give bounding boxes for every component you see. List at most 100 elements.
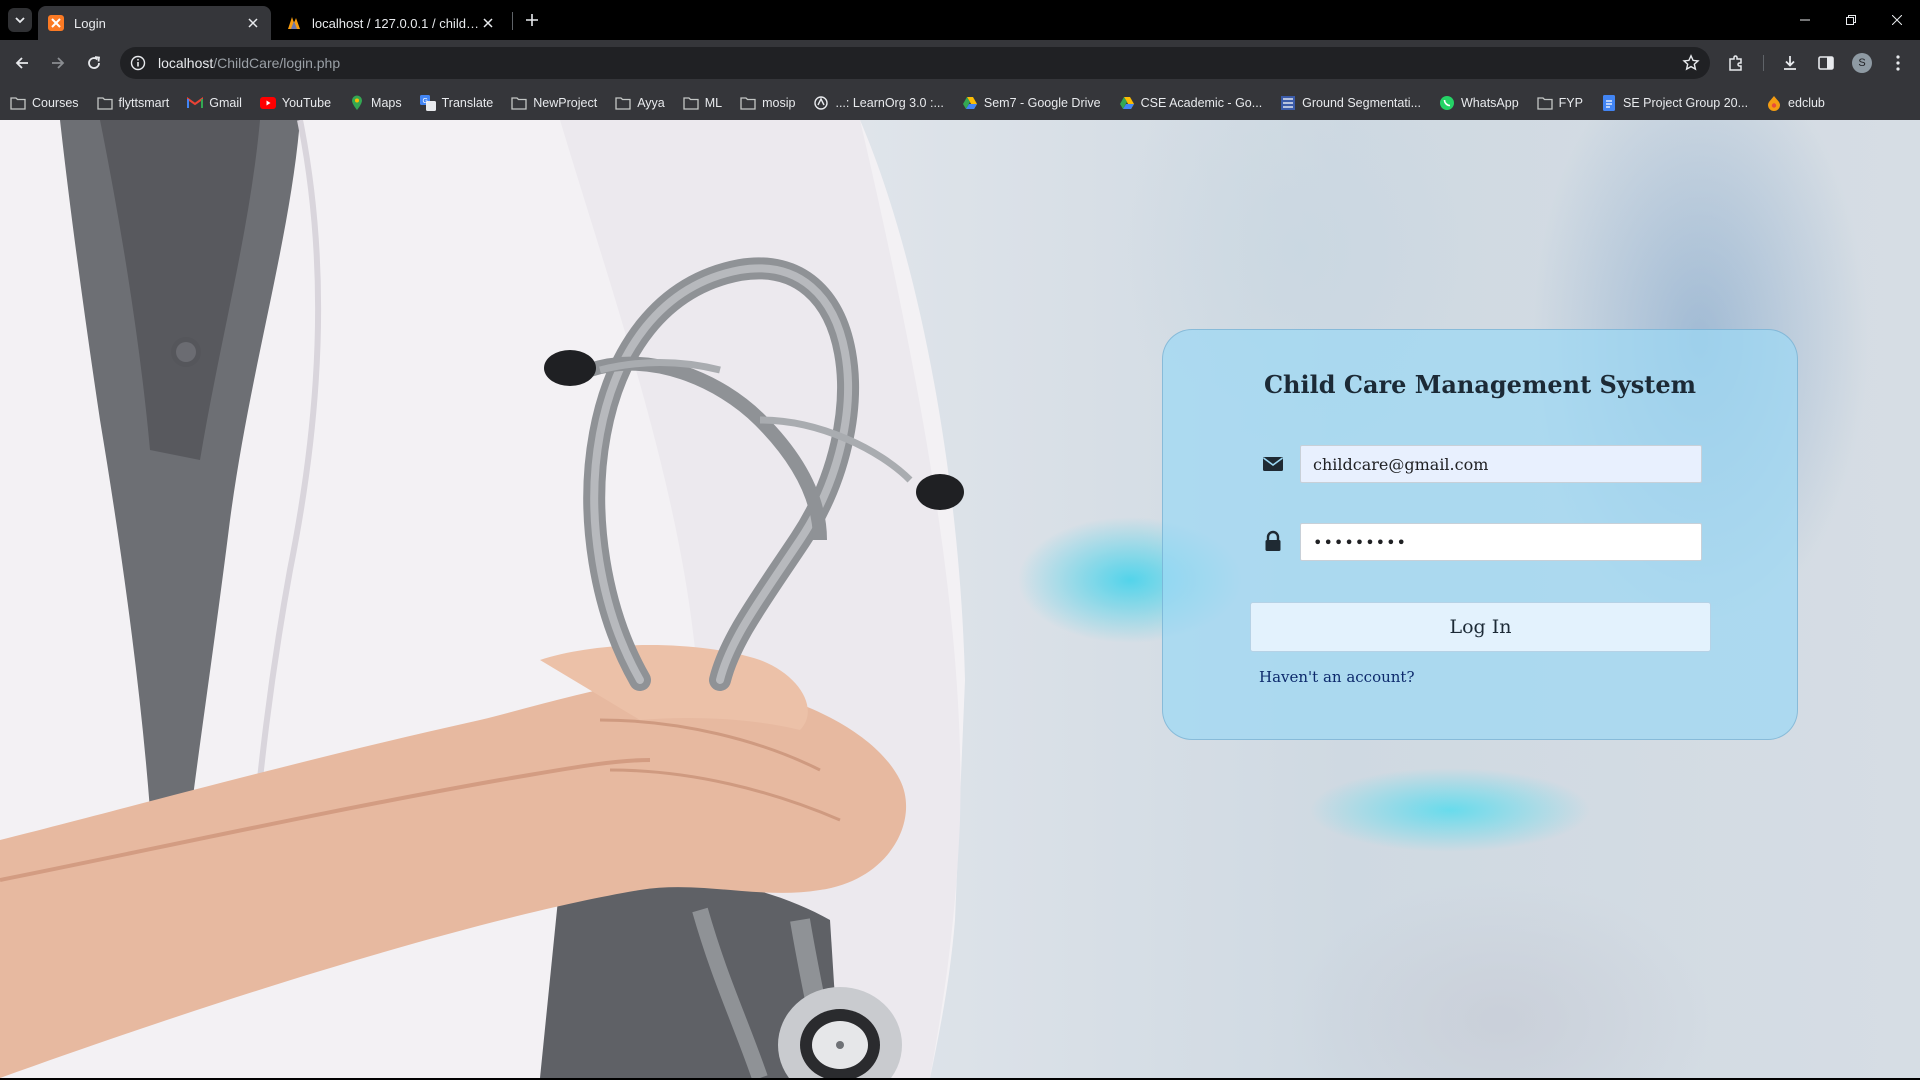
tab-title: Login: [74, 15, 106, 31]
bookmark-label: Maps: [371, 96, 402, 110]
bookmark-maps[interactable]: Maps: [349, 95, 402, 111]
docs-icon: [1601, 95, 1617, 111]
bookmark-label: SE Project Group 20...: [1622, 96, 1749, 110]
bookmark-youtube[interactable]: YouTube: [259, 95, 332, 111]
password-field[interactable]: [1300, 523, 1702, 561]
tab-login[interactable]: Login: [38, 6, 271, 40]
bookmark-label: Gmail: [209, 96, 242, 110]
close-window-button[interactable]: [1874, 0, 1920, 40]
login-button[interactable]: Log In: [1250, 602, 1711, 652]
bookmark-ground-segmentation[interactable]: Ground Segmentati...: [1280, 95, 1421, 111]
bookmark-sem7-drive[interactable]: Sem7 - Google Drive: [962, 95, 1101, 111]
bookmark-se-project[interactable]: SE Project Group 20...: [1601, 95, 1748, 111]
bookmark-label: mosip: [762, 96, 796, 110]
minimize-button[interactable]: [1782, 0, 1828, 40]
bookmark-fyp[interactable]: FYP: [1537, 95, 1583, 111]
folder-icon: [740, 95, 756, 111]
bookmark-label: FYP: [1558, 96, 1583, 110]
tab-search-button[interactable]: [8, 8, 32, 32]
email-field[interactable]: [1300, 445, 1702, 483]
folder-icon: [96, 95, 113, 111]
envelope-icon: [1263, 457, 1283, 471]
bookmark-label: ML: [704, 96, 723, 110]
restore-button[interactable]: [1828, 0, 1874, 40]
site-info-icon[interactable]: [130, 55, 146, 71]
svg-text:G: G: [422, 98, 427, 105]
login-card: Child Care Management System Log In Have…: [1162, 329, 1798, 740]
bookmark-label: edclub: [1788, 96, 1825, 110]
tab-separator: [512, 12, 513, 30]
bookmark-label: ...: LearnOrg 3.0 :...: [835, 96, 944, 110]
bookmark-courses[interactable]: Courses: [10, 95, 79, 111]
bookmark-label: Sem7 - Google Drive: [983, 96, 1101, 110]
reload-button[interactable]: [80, 49, 108, 77]
bookmark-label: Courses: [32, 96, 79, 110]
puzzle-icon: [1729, 55, 1742, 71]
window-controls: [1782, 0, 1920, 40]
bookmark-ml[interactable]: ML: [683, 95, 722, 111]
folder-icon: [683, 95, 699, 111]
page-content: Child Care Management System Log In Have…: [0, 120, 1920, 1078]
back-arrow-icon: [15, 57, 28, 69]
tab-title: localhost / 127.0.0.1 / child_care: [312, 15, 480, 31]
bookmark-ayya[interactable]: Ayya: [615, 95, 665, 111]
tab-phpmyadmin[interactable]: localhost / 127.0.0.1 / child_care: [276, 6, 506, 40]
bookmark-star-icon[interactable]: [1682, 54, 1700, 72]
bookmark-mosip[interactable]: mosip: [740, 95, 795, 111]
profile-button[interactable]: S: [1848, 49, 1876, 77]
signup-link[interactable]: Haven't an account?: [1259, 668, 1415, 686]
forward-button[interactable]: [44, 49, 72, 77]
chevron-down-icon: [15, 17, 25, 24]
bookmark-whatsapp[interactable]: WhatsApp: [1439, 95, 1519, 111]
edclub-icon: [1766, 95, 1782, 111]
xampp-icon: [48, 15, 64, 31]
bookmark-label: flyttsmart: [118, 96, 170, 110]
bookmark-label: YouTube: [281, 96, 332, 110]
tab-strip: Login localhost / 127.0.0.1 / child_care: [0, 0, 1920, 40]
url-path: /ChildCare/login.php: [213, 55, 341, 71]
bookmarks-bar: Courses flyttsmart Gmail YouTube Maps G …: [0, 86, 1920, 120]
close-tab-icon[interactable]: [480, 15, 496, 31]
folder-icon: [615, 95, 631, 111]
url-host: localhost: [158, 55, 214, 71]
side-panel-button[interactable]: [1812, 49, 1840, 77]
extensions-button[interactable]: [1722, 49, 1750, 77]
phpmyadmin-icon: [288, 17, 300, 29]
bookmark-learnorg[interactable]: ...: LearnOrg 3.0 :...: [813, 95, 944, 111]
address-bar[interactable]: localhost/ChildCare/login.php: [120, 47, 1710, 79]
avatar: S: [1852, 53, 1872, 73]
maps-icon: [349, 95, 365, 111]
browser-toolbar: localhost/ChildCare/login.php S: [0, 40, 1920, 86]
doctor-background-image: [0, 120, 965, 1078]
lock-icon: [1265, 530, 1281, 551]
bookmark-gmail[interactable]: Gmail: [187, 95, 242, 111]
folder-icon: [1537, 95, 1553, 111]
toolbar-divider: [1763, 55, 1764, 71]
bookmark-label: WhatsApp: [1461, 96, 1519, 110]
bookmark-edclub[interactable]: edclub: [1766, 95, 1825, 111]
minimize-icon: [1800, 19, 1810, 21]
more-vertical-icon: [1896, 55, 1900, 71]
bookmark-label: Ground Segmentati...: [1302, 96, 1421, 110]
whatsapp-icon: [1439, 95, 1455, 111]
bookmark-newproject[interactable]: NewProject: [511, 95, 597, 111]
close-tab-icon[interactable]: [245, 15, 261, 31]
new-tab-button[interactable]: [520, 8, 544, 32]
bookmark-label: CSE Academic - Go...: [1140, 96, 1263, 110]
downloads-button[interactable]: [1776, 49, 1804, 77]
plus-icon: [526, 14, 538, 26]
gmail-icon: [187, 95, 204, 111]
page-title: Child Care Management System: [1263, 370, 1697, 399]
bookmark-translate[interactable]: G Translate: [419, 95, 494, 111]
drive-icon: [962, 95, 978, 111]
youtube-icon: [259, 95, 276, 111]
back-button[interactable]: [8, 49, 36, 77]
restore-icon: [1846, 15, 1856, 25]
menu-button[interactable]: [1884, 49, 1912, 77]
forward-arrow-icon: [52, 57, 65, 69]
reload-icon: [88, 56, 101, 69]
bookmark-flyttsmart[interactable]: flyttsmart: [96, 95, 170, 111]
bookmark-label: Translate: [441, 96, 494, 110]
bookmark-cse-academic[interactable]: CSE Academic - Go...: [1119, 95, 1263, 111]
close-icon: [1892, 15, 1902, 25]
